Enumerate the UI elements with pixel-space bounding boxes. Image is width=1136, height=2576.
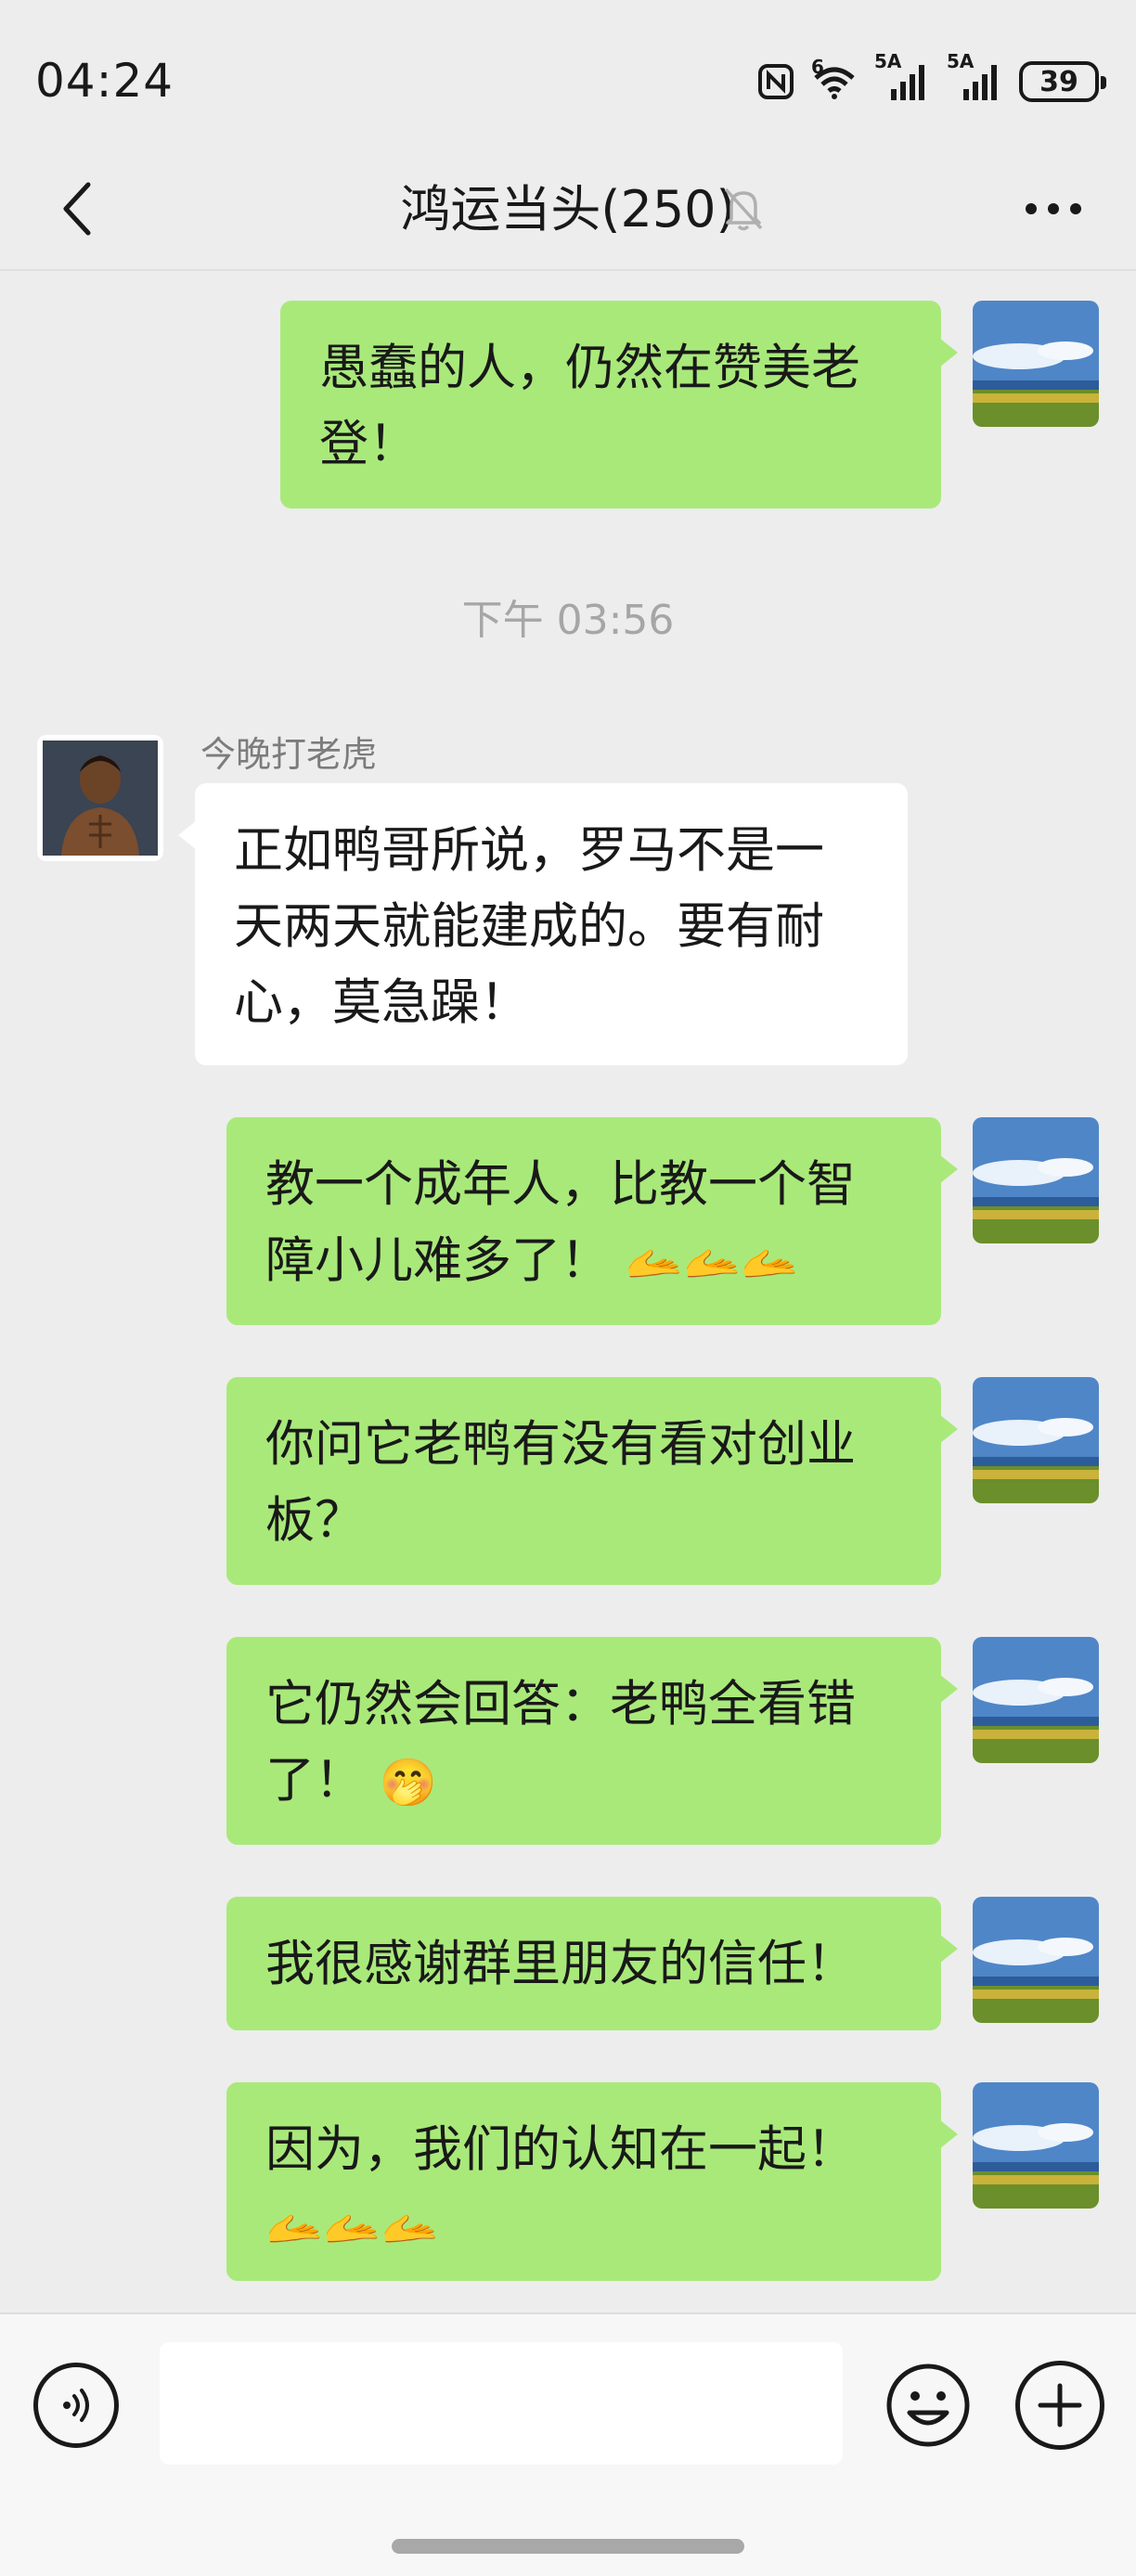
praying-hands-emoji-icon: 🫴🫴🫴 <box>625 1236 799 1291</box>
message-text: 它仍然会回答：老鸭全看错了！ <box>265 1676 856 1809</box>
message-bubble-outgoing[interactable]: 它仍然会回答：老鸭全看错了！ 🤭 <box>226 1637 958 1845</box>
nfc-icon <box>758 64 794 99</box>
more-button[interactable] <box>1012 176 1095 241</box>
my-avatar[interactable] <box>973 1117 1099 1243</box>
landscape-avatar-image <box>973 2082 1099 2209</box>
hand-over-mouth-emoji-icon: 🤭 <box>379 1756 438 1810</box>
signal-icon-1: 5A <box>874 52 930 102</box>
plus-icon <box>1038 2383 1082 2428</box>
my-avatar[interactable] <box>973 1377 1099 1503</box>
landscape-avatar-image <box>973 1117 1099 1243</box>
more-dots-icon <box>1026 203 1081 214</box>
message-text: 正如鸭哥所说，罗马不是一天两天就能建成的。要有耐心，莫急躁！ <box>234 822 824 1031</box>
message-bubble-outgoing[interactable]: 我很感谢群里朋友的信任！ <box>226 1897 958 2030</box>
message-text: 因为，我们的认知在一起！ <box>265 2121 856 2178</box>
chat-header: 鸿运当头(250) <box>0 148 1136 271</box>
message-text: 我很感谢群里朋友的信任！ <box>265 1936 856 1992</box>
emoji-button[interactable] <box>884 2361 973 2450</box>
landscape-avatar-image <box>973 1637 1099 1763</box>
plus-button[interactable] <box>1015 2361 1104 2450</box>
signal2-label: 5A <box>947 50 975 72</box>
wifi-label: 6 <box>811 56 824 78</box>
person-avatar-image <box>43 741 158 856</box>
my-avatar[interactable] <box>973 1637 1099 1763</box>
message-bubble-outgoing[interactable]: 你问它老鸭有没有看对创业板？ <box>226 1377 958 1585</box>
status-bar: 04:24 6 5A 5A 39 <box>0 0 1136 148</box>
my-avatar[interactable] <box>973 2082 1099 2209</box>
landscape-avatar-image <box>973 1377 1099 1503</box>
message-bubble-outgoing[interactable]: 因为，我们的认知在一起！ 🫴🫴🫴 <box>226 2082 958 2281</box>
home-indicator[interactable] <box>392 2539 744 2554</box>
sender-name: 今晚打老虎 <box>200 734 378 775</box>
battery-level: 39 <box>1039 65 1078 98</box>
message-bubble-incoming[interactable]: 正如鸭哥所说，罗马不是一天两天就能建成的。要有耐心，莫急躁！ <box>178 783 908 1065</box>
message-bubble-outgoing[interactable]: 愚蠢的人，仍然在赞美老登！ <box>280 301 958 509</box>
my-avatar[interactable] <box>973 1897 1099 2023</box>
wifi-icon: 6 <box>811 58 858 100</box>
status-time: 04:24 <box>35 54 174 108</box>
status-icons: 6 5A 5A 39 <box>757 52 1106 106</box>
chat-title: 鸿运当头(250) <box>400 180 736 238</box>
landscape-avatar-image <box>973 301 1099 427</box>
message-text: 愚蠢的人，仍然在赞美老登！ <box>319 340 860 472</box>
message-input[interactable] <box>160 2342 843 2465</box>
praying-hands-emoji-icon: 🫴🫴🫴 <box>265 2201 439 2256</box>
message-bubble-outgoing[interactable]: 教一个成年人，比教一个智障小儿难多了！ 🫴🫴🫴 <box>226 1117 958 1325</box>
sender-avatar[interactable] <box>37 735 163 861</box>
bell-off-icon <box>724 187 763 231</box>
landscape-avatar-image <box>973 1897 1099 2023</box>
signal-icon-2: 5A <box>947 52 1002 102</box>
voice-icon <box>63 2389 89 2422</box>
timestamp: 下午 03:56 <box>461 597 675 644</box>
smiley-icon <box>886 2363 970 2447</box>
battery-icon: 39 <box>1019 61 1106 102</box>
voice-button[interactable] <box>33 2363 119 2448</box>
input-bar <box>0 2312 1136 2576</box>
signal1-label: 5A <box>874 50 902 72</box>
my-avatar[interactable] <box>973 301 1099 427</box>
message-text: 你问它老鸭有没有看对创业板？ <box>265 1416 856 1549</box>
